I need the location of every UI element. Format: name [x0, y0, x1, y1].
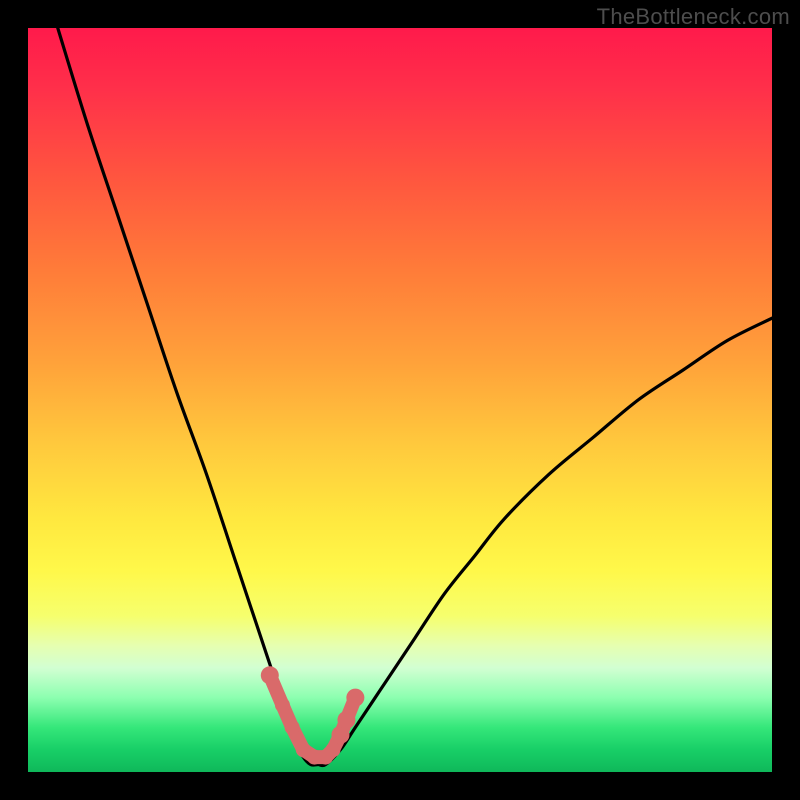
chart-frame: TheBottleneck.com — [0, 0, 800, 800]
watermark-text: TheBottleneck.com — [597, 4, 790, 30]
bead-dot — [275, 698, 290, 713]
bottleneck-curve — [58, 28, 772, 766]
bead-dot — [337, 711, 355, 729]
bead-dot — [285, 720, 300, 735]
bead-dot — [346, 689, 364, 707]
bead-dot — [326, 742, 341, 757]
chart-svg — [28, 28, 772, 772]
chart-plot-area — [28, 28, 772, 772]
highlight-beads — [261, 666, 365, 764]
bead-dot — [261, 666, 279, 684]
